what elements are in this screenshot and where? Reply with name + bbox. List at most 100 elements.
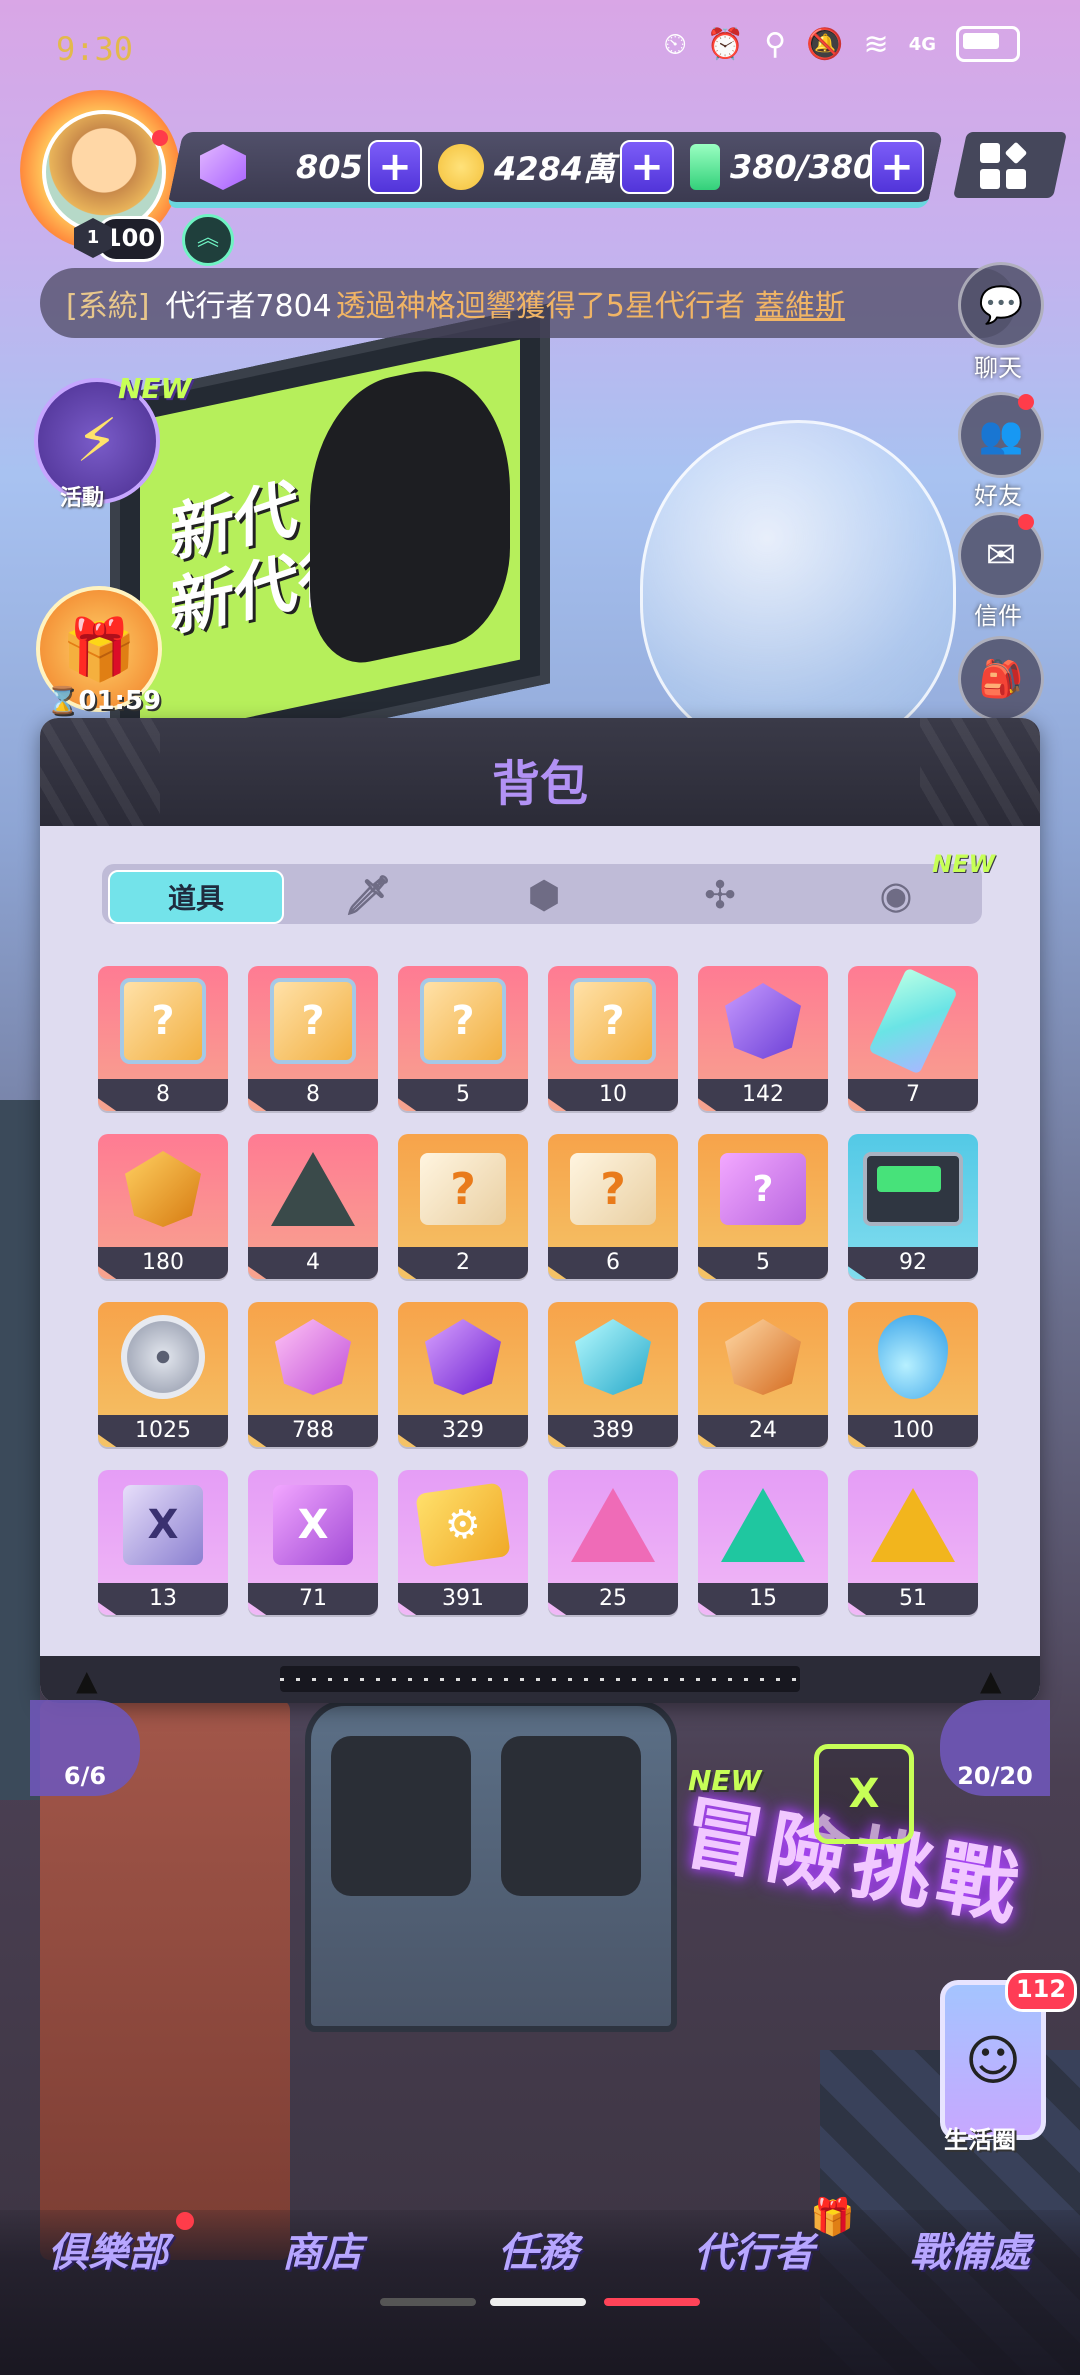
- inventory-item[interactable]: 180: [98, 1134, 228, 1279]
- inventory-item[interactable]: ? 8: [98, 966, 228, 1111]
- gift-timer: ⌛01:59: [46, 686, 162, 716]
- monorail-train[interactable]: [305, 1700, 677, 2032]
- add-stamina-button[interactable]: +: [870, 140, 924, 194]
- adventure-new-tag: NEW: [688, 1764, 762, 1797]
- nav-armory[interactable]: 戰備處: [870, 2220, 1070, 2278]
- item-count: 389: [548, 1415, 678, 1447]
- ticker-player: 代行者7804: [165, 289, 332, 324]
- chat-button[interactable]: 💬: [958, 262, 1044, 348]
- item-count: 13: [98, 1583, 228, 1615]
- rank-chevron-icon[interactable]: ︽: [182, 214, 234, 266]
- add-coin-button[interactable]: +: [620, 140, 674, 194]
- status-bar: 9:30 ⏲ ⏰ ⚲ 🔕 ≋ 4G: [0, 0, 1080, 100]
- item-count: 788: [248, 1415, 378, 1447]
- billboard-panel: 新代 新代行者: [140, 339, 520, 741]
- inventory-item[interactable]: 4: [248, 1134, 378, 1279]
- inventory-item[interactable]: 329: [398, 1302, 528, 1447]
- friends-label: 好友: [974, 482, 1022, 510]
- dark-triangle-icon: [248, 1134, 378, 1244]
- bag-shortcut-button[interactable]: 🎒: [958, 636, 1044, 722]
- bag-icon: 🎒: [978, 659, 1024, 700]
- item-count: 15: [698, 1583, 828, 1615]
- inventory-item[interactable]: 142: [698, 966, 828, 1111]
- charges-counter[interactable]: 6/6: [30, 1700, 140, 1796]
- friends-icon: 👥: [978, 415, 1024, 456]
- inventory-item[interactable]: 389: [548, 1302, 678, 1447]
- avatar-notification-dot: [152, 130, 168, 146]
- inventory-item[interactable]: ? 5: [398, 966, 528, 1111]
- player-avatar[interactable]: 100 1: [20, 90, 180, 262]
- speed-icon: ⏲: [663, 26, 687, 62]
- inventory-item[interactable]: X 71: [248, 1470, 378, 1615]
- character-silhouette: [310, 351, 510, 675]
- inventory-item[interactable]: 15: [698, 1470, 828, 1615]
- purple-cube-icon: X: [248, 1470, 378, 1580]
- inventory-item[interactable]: ? 8: [248, 966, 378, 1111]
- energy-counter[interactable]: 20/20: [940, 1700, 1050, 1796]
- tab-items[interactable]: 道具: [108, 870, 284, 924]
- cyan-crystal-icon: [548, 1302, 678, 1412]
- water-drop-icon: [848, 1302, 978, 1412]
- lightning-icon: ⚡: [75, 406, 119, 476]
- adventure-marker-icon[interactable]: X: [814, 1744, 914, 1844]
- gold-chip-icon: ⚙: [398, 1470, 528, 1580]
- tab-fragments[interactable]: ✣: [634, 870, 806, 920]
- battery-icon: [956, 26, 1020, 62]
- train-window: [501, 1736, 641, 1896]
- gold-triangle-icon: [848, 1470, 978, 1580]
- inventory-item[interactable]: X 13: [98, 1470, 228, 1615]
- backpack-panel: 背包 道具 🗡 ⬢ ✣ ◉ NEW ? 8? 8? 5? 10 142 7 180 4? 2? 6?…: [40, 718, 1040, 1703]
- location-icon: ⚲: [764, 26, 787, 62]
- chat-icon: 💬: [978, 285, 1024, 326]
- agents-gift-icon: 🎁: [810, 2197, 855, 2238]
- ticker-system-tag: [系統]: [66, 289, 150, 324]
- scroll-strip[interactable]: [280, 1666, 800, 1692]
- inventory-item[interactable]: ? 2: [398, 1134, 528, 1279]
- backpack-tabs: 道具 🗡 ⬢ ✣ ◉: [102, 864, 982, 924]
- backpack-footer: ▲ ▲: [40, 1656, 1040, 1703]
- chat-label: 聊天: [974, 354, 1022, 382]
- inventory-item[interactable]: 24: [698, 1302, 828, 1447]
- inventory-item[interactable]: 25: [548, 1470, 678, 1615]
- friends-notification-dot: [1018, 394, 1034, 410]
- glass-balloon: [640, 420, 956, 756]
- inventory-item[interactable]: 92: [848, 1134, 978, 1279]
- add-crystal-button[interactable]: +: [368, 140, 422, 194]
- amber-crystal-icon: [698, 1302, 828, 1412]
- grid-menu-icon: [980, 141, 1028, 189]
- gift-timer-value: 01:59: [78, 686, 162, 716]
- inventory-item[interactable]: 100: [848, 1302, 978, 1447]
- mail-notification-dot: [1018, 514, 1034, 530]
- hexagon-icon: ⬢: [527, 873, 561, 917]
- inventory-item[interactable]: ⚙ 391: [398, 1470, 528, 1615]
- inventory-item[interactable]: 1025: [98, 1302, 228, 1447]
- inventory-item[interactable]: 51: [848, 1470, 978, 1615]
- nav-club[interactable]: 俱樂部: [8, 2220, 208, 2278]
- warning-icon: ▲: [980, 1664, 1002, 1697]
- coin-amount: 4284萬: [494, 150, 616, 188]
- inventory-item[interactable]: ? 10: [548, 966, 678, 1111]
- nav-shop[interactable]: 商店: [222, 2220, 422, 2278]
- item-count: 142: [698, 1079, 828, 1111]
- inventory-item[interactable]: 7: [848, 966, 978, 1111]
- inventory-item[interactable]: ? 5: [698, 1134, 828, 1279]
- mystery-box-icon: ?: [248, 966, 378, 1076]
- item-count: 8: [248, 1079, 378, 1111]
- item-count: 8: [98, 1079, 228, 1111]
- nav-missions[interactable]: 任務: [438, 2220, 638, 2278]
- tab-weapons[interactable]: 🗡: [282, 870, 454, 920]
- items-grid: ? 8? 8? 5? 10 142 7 180 4? 2? 6? 5 92 1025 788 329 389 24…: [98, 966, 988, 1615]
- item-count: 51: [848, 1583, 978, 1615]
- tab-modules[interactable]: ⬢: [458, 870, 630, 920]
- inventory-item[interactable]: 788: [248, 1302, 378, 1447]
- inventory-item[interactable]: ? 6: [548, 1134, 678, 1279]
- mail-icon: ✉: [985, 534, 1017, 576]
- green-triangle-icon: [698, 1470, 828, 1580]
- purple-gem-icon: [698, 966, 828, 1076]
- event-new-tag: NEW: [118, 372, 192, 405]
- mute-icon: 🔕: [806, 26, 844, 62]
- puzzle-icon: ✣: [704, 873, 736, 917]
- gift-icon: 🎁: [61, 614, 137, 685]
- violet-crystal-icon: [398, 1302, 528, 1412]
- smiley-icon: ☺: [964, 2028, 1022, 2092]
